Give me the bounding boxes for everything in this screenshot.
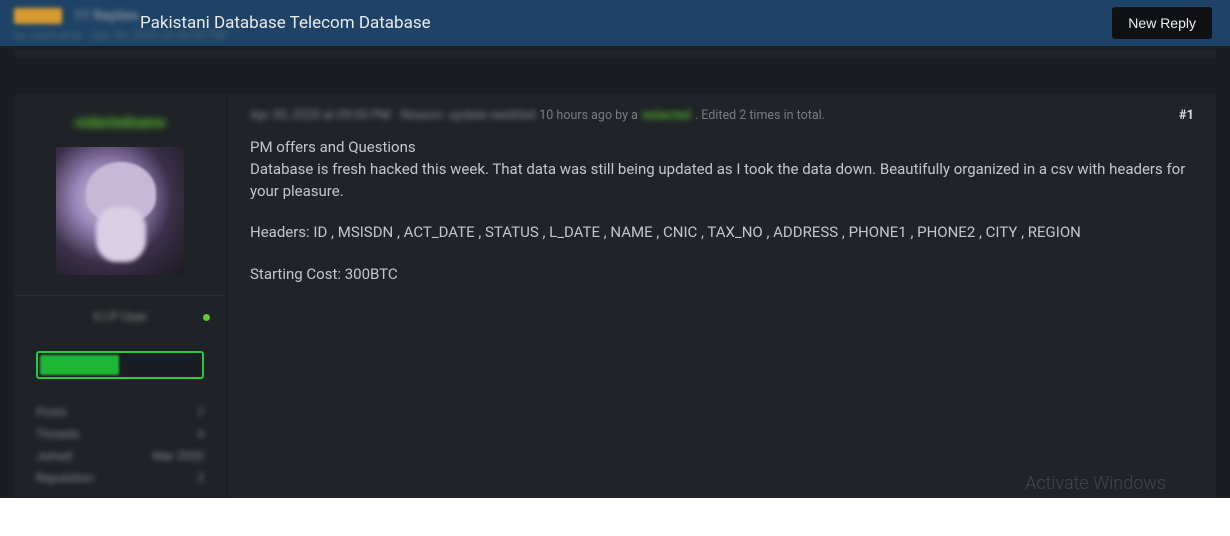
meta-reason-blur: Reason: update reedited <box>401 108 536 123</box>
stat-row: Reputation 2 <box>36 467 204 489</box>
sub-meta-blur: by username · Apr 30, 2020 at 09:00 PM <box>14 28 226 42</box>
stat-row: Threads 4 <box>36 423 204 445</box>
stat-value: 4 <box>197 427 204 441</box>
post-meta: Apr 30, 2020 at 09:00 PM · Reason: updat… <box>250 108 1194 123</box>
post-line-2: Database is fresh hacked this week. That… <box>250 160 1185 200</box>
stat-label: Joined <box>36 449 72 463</box>
username-text: redactedname <box>75 115 165 131</box>
avatar[interactable] <box>56 147 184 275</box>
content-wrap: redactedname V.I.P User Posts 7 Threads 4 … <box>0 94 1230 505</box>
stat-label: Posts <box>36 405 67 419</box>
divider-bar <box>14 50 1216 58</box>
progress-wrap <box>14 339 226 397</box>
post-line-4: Starting Cost: 300BTC <box>250 264 1194 286</box>
progress-fill <box>40 355 119 375</box>
rank-row: V.I.P User <box>14 295 226 339</box>
meta-date-blur: Apr 30, 2020 at 09:00 PM · <box>250 108 397 123</box>
windows-watermark: Activate Windows <box>1025 473 1166 494</box>
stat-value: Mar 2020 <box>153 449 204 463</box>
stat-row: Joined Mar 2020 <box>36 445 204 467</box>
stat-value: 2 <box>197 471 204 485</box>
username-blur: redactedname <box>14 112 226 131</box>
progress-bar <box>36 351 204 379</box>
meta-user-blur: redacted <box>642 108 691 123</box>
bottom-white-bar <box>0 498 1230 536</box>
meta-edit: . Edited 2 times in total. <box>695 108 825 123</box>
user-sidebar: redactedname V.I.P User Posts 7 Threads 4 … <box>14 94 226 505</box>
new-reply-button[interactable]: New Reply <box>1112 7 1212 39</box>
subline-text: by username · Apr 30, 2020 at 09:00 PM <box>14 28 226 42</box>
stat-label: Reputation <box>36 471 94 485</box>
post-meta-left: Apr 30, 2020 at 09:00 PM · Reason: updat… <box>250 108 825 123</box>
status-badge-blur <box>14 8 62 24</box>
main-post: Apr 30, 2020 at 09:00 PM · Reason: updat… <box>228 94 1216 505</box>
post-line-3: Headers: ID , MSISDN , ACT_DATE , STATUS… <box>250 222 1194 244</box>
post-body: PM offers and Questions Database is fres… <box>250 137 1194 286</box>
thread-count-blur: 11 Replies <box>74 8 139 24</box>
stat-label: Threads <box>36 427 80 441</box>
post-number[interactable]: #1 <box>1179 108 1194 123</box>
stat-row: Posts 7 <box>36 401 204 423</box>
rank-label: V.I.P User <box>92 310 147 325</box>
user-stats: Posts 7 Threads 4 Joined Mar 2020 Reputatio… <box>14 397 226 493</box>
meta-time: 10 hours ago by a <box>539 108 638 123</box>
stat-value: 7 <box>197 405 204 419</box>
post-line-1: PM offers and Questions <box>250 138 416 156</box>
online-status-dot <box>203 314 210 321</box>
